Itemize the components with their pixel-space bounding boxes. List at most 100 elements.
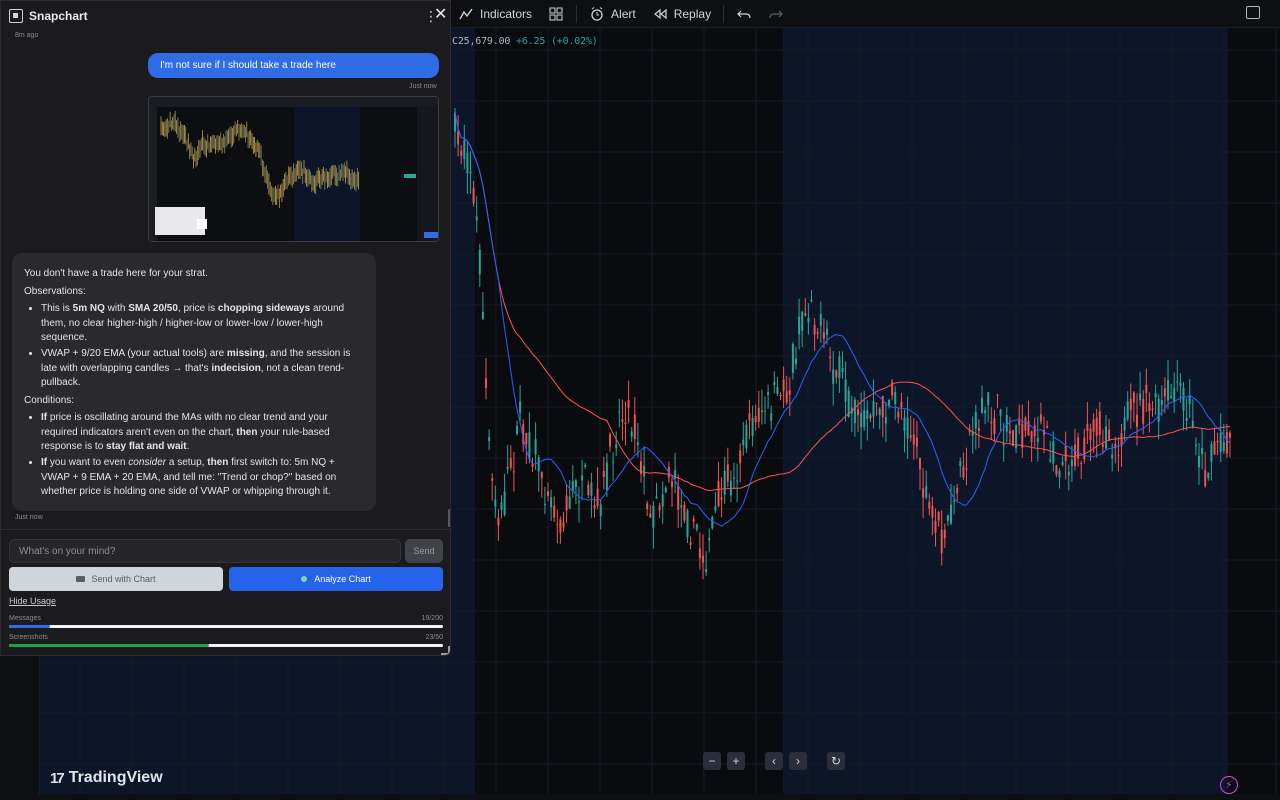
candle-body: [686, 510, 689, 538]
candle-body: [593, 505, 596, 509]
candle-body: [568, 496, 571, 509]
message-input[interactable]: [9, 539, 401, 563]
candle-body: [1111, 454, 1114, 459]
analyze-chart-button[interactable]: Analyze Chart: [229, 567, 443, 591]
candle-body: [829, 356, 832, 358]
send-button[interactable]: Send: [405, 539, 443, 563]
candle-body: [906, 417, 909, 439]
screenshots-usage-fill: [9, 644, 209, 647]
candle-body: [767, 392, 770, 395]
candle-body: [559, 519, 562, 533]
thumb-price-tag: [404, 174, 416, 178]
candle-body: [689, 542, 692, 545]
scroll-left-button[interactable]: ‹: [765, 752, 783, 770]
candle-body: [1222, 442, 1225, 451]
candle-body: [791, 344, 794, 373]
candle-body: [478, 249, 481, 275]
screenshots-usage-label: Screenshots: [9, 634, 48, 641]
chart-screenshot-thumbnail[interactable]: [148, 96, 439, 242]
redo-button[interactable]: [760, 0, 792, 28]
thumb-panel-button: [197, 219, 207, 229]
screenshots-usage-count: 23/50: [425, 634, 443, 641]
resize-handle-icon[interactable]: [441, 646, 450, 655]
candle-body: [1229, 432, 1231, 438]
message-list[interactable]: 8m ago I'm not sure if I should take a t…: [1, 31, 450, 527]
candle-body: [1170, 396, 1173, 399]
candle-body: [652, 505, 655, 528]
candle-body: [519, 401, 522, 413]
zoom-in-button[interactable]: +: [727, 752, 745, 770]
candle-body: [962, 466, 965, 478]
hide-usage-link[interactable]: Hide Usage: [9, 596, 56, 606]
price-change: +6.25 (+0.02%): [516, 36, 598, 47]
observation-item: VWAP + 9/20 EMA (your actual tools) are …: [41, 347, 364, 391]
candle-body: [1074, 444, 1076, 466]
candle-body: [838, 356, 841, 379]
close-icon[interactable]: ✕: [434, 7, 447, 23]
candle-body: [553, 505, 556, 518]
candle-body: [556, 523, 559, 525]
candle-body: [857, 409, 859, 416]
indicators-button[interactable]: Indicators: [450, 0, 540, 28]
last-price: 25,679.00: [457, 36, 511, 47]
redo-icon: [769, 10, 783, 18]
fullscreen-icon[interactable]: [1246, 6, 1260, 19]
candle-body: [872, 401, 875, 417]
send-with-chart-button[interactable]: Send with Chart: [9, 567, 223, 591]
candle-body: [457, 131, 460, 145]
candle-body: [894, 391, 897, 404]
candle-body: [1027, 420, 1030, 436]
candle-body: [605, 462, 608, 490]
candle-body: [723, 471, 726, 495]
candle-body: [547, 491, 549, 496]
candle-body: [816, 332, 819, 334]
candle-body: [1163, 388, 1166, 397]
candle-body: [981, 397, 983, 414]
candle-body: [460, 150, 463, 156]
candle-body: [1188, 395, 1191, 405]
candle-body: [1061, 461, 1064, 465]
zoom-out-button[interactable]: −: [703, 752, 721, 770]
indicators-label: Indicators: [480, 6, 533, 21]
candle-body: [937, 511, 940, 521]
messages-usage-count: 19/200: [421, 615, 443, 622]
candle-body: [801, 311, 804, 331]
candle-body: [733, 477, 735, 479]
candle-body: [1182, 387, 1185, 412]
candle-body: [919, 457, 921, 470]
candle-body: [1145, 384, 1148, 394]
candle-body: [1216, 440, 1219, 443]
candle-body: [503, 491, 506, 515]
candle-body: [1160, 400, 1163, 405]
candle-body: [590, 482, 593, 496]
panel-header[interactable]: Snapchart: [1, 1, 450, 31]
candle-body: [990, 421, 993, 424]
candle-body: [1142, 398, 1145, 424]
reset-chart-button[interactable]: ↻: [827, 752, 845, 770]
candle-body: [813, 324, 816, 335]
candle-body: [609, 434, 611, 447]
candle-body: [1021, 423, 1024, 448]
candle-body: [692, 518, 695, 522]
candle-body: [1154, 393, 1157, 398]
alert-button[interactable]: Alert: [581, 0, 644, 28]
layouts-button[interactable]: [540, 0, 572, 28]
candle-body: [928, 501, 931, 509]
candle-body: [1092, 419, 1095, 432]
candle-body: [599, 504, 602, 517]
analyze-dot-icon: [301, 576, 308, 582]
condition-item: If you want to even consider a setup, th…: [41, 456, 364, 500]
undo-button[interactable]: [728, 0, 760, 28]
lightning-bolt-icon[interactable]: ⚡: [1220, 776, 1238, 794]
scroll-right-button[interactable]: ›: [789, 752, 807, 770]
messages-usage-bar: [9, 625, 443, 628]
candle-body: [748, 413, 751, 421]
candle-body: [485, 378, 487, 388]
message-scrollbar[interactable]: [448, 509, 450, 527]
candle-body: [1191, 420, 1194, 428]
candle-body: [1201, 447, 1204, 455]
thumb-toolbar: [149, 97, 438, 107]
alarm-clock-icon: [591, 6, 603, 21]
replay-button[interactable]: Replay: [644, 0, 719, 28]
candle-body: [624, 422, 627, 425]
